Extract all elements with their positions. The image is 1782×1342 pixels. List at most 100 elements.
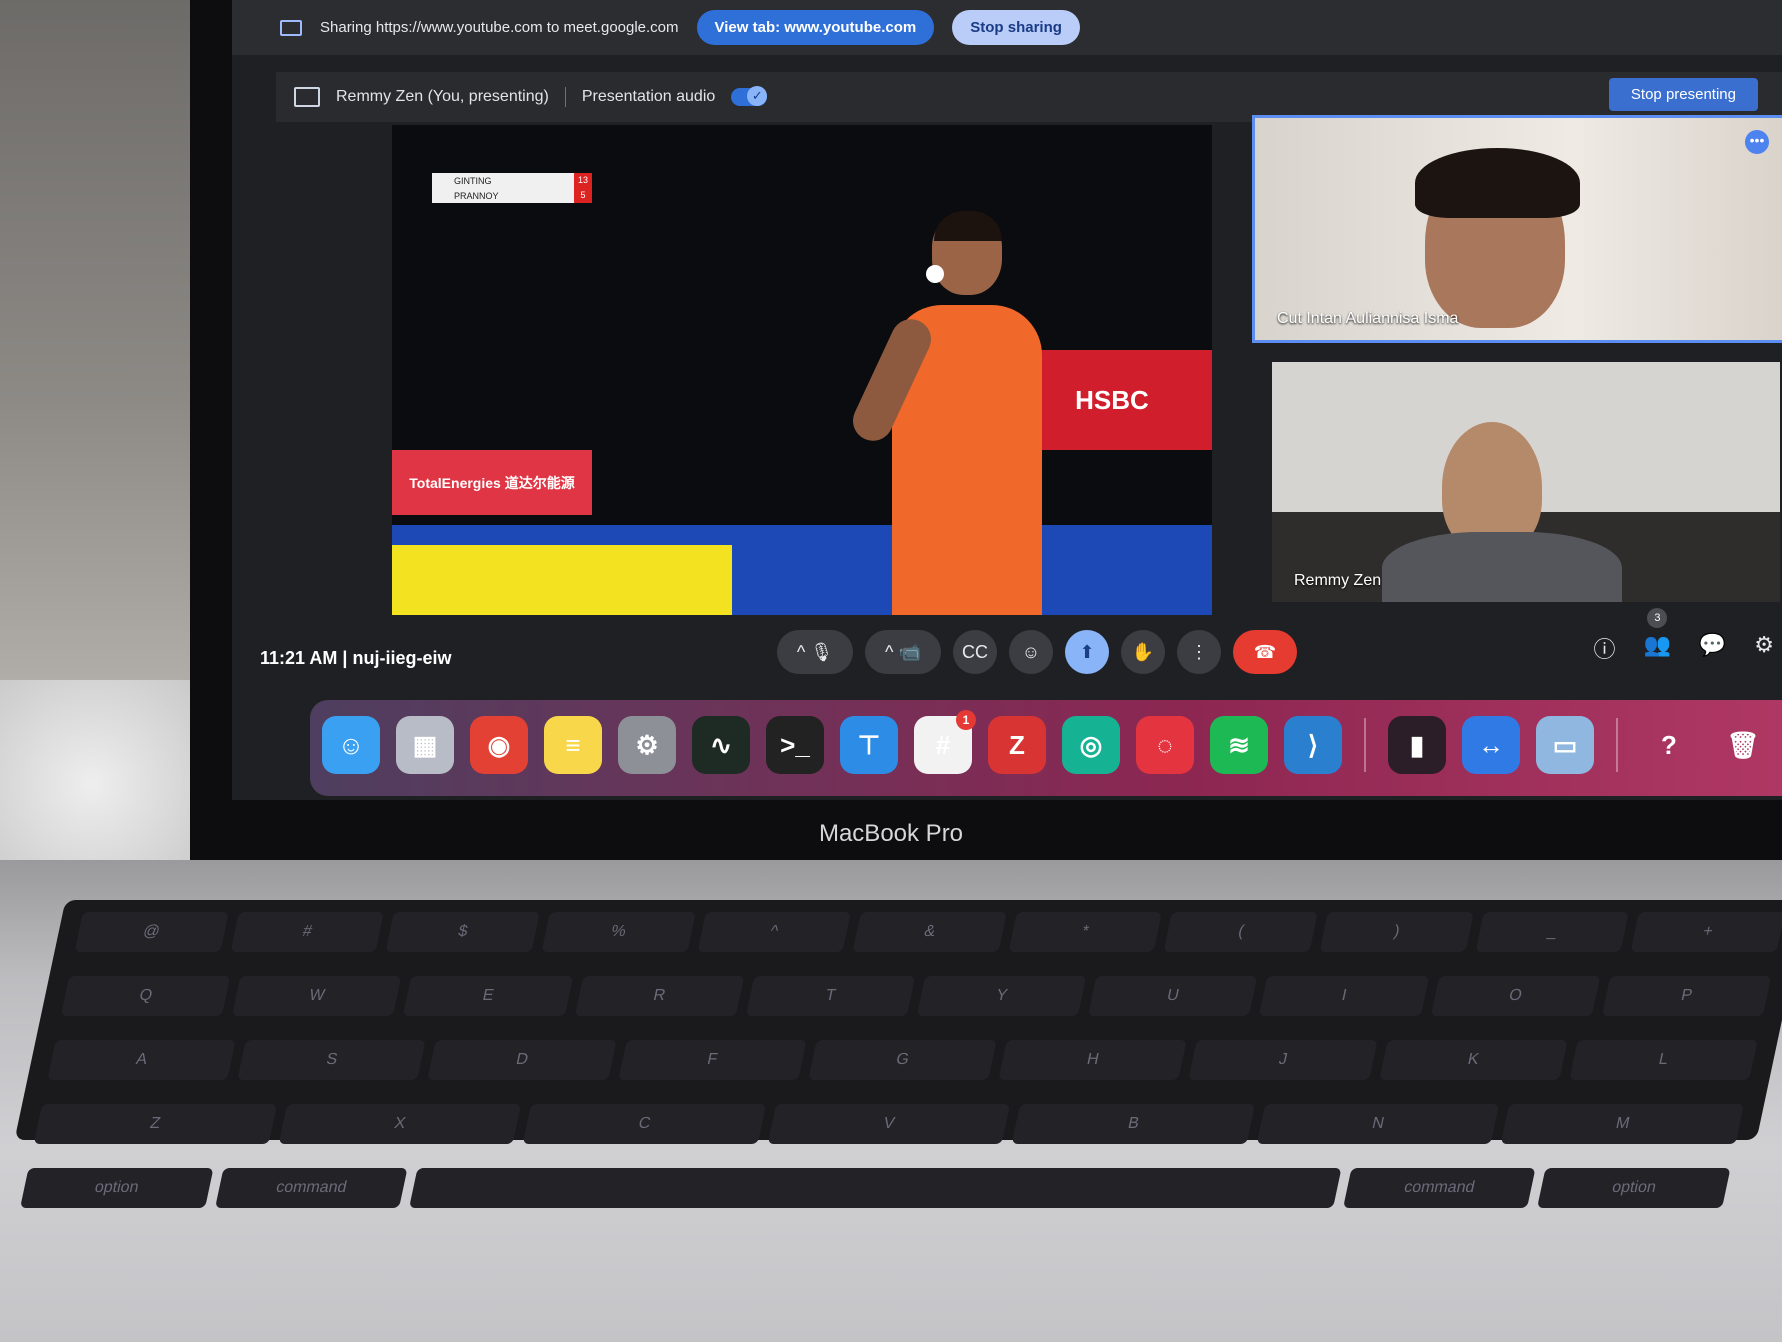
keyboard-key[interactable]: H: [998, 1040, 1188, 1080]
keyboard-key[interactable]: S: [237, 1040, 427, 1080]
keyboard-key[interactable]: [409, 1168, 1342, 1208]
activity-monitor-icon[interactable]: ∿: [692, 716, 750, 774]
camera-icon[interactable]: 📹: [899, 642, 921, 663]
keyboard-key[interactable]: @: [74, 912, 229, 952]
score-box: 13 5: [574, 173, 592, 203]
present-icon: ⬆: [1079, 641, 1095, 662]
system-preferences-icon[interactable]: ⚙: [618, 716, 676, 774]
microphone-icon[interactable]: 🎙: [810, 642, 833, 663]
keyboard-row: @ # $% ^ & *() _ +: [52, 900, 1782, 964]
keyboard-key[interactable]: D: [427, 1040, 617, 1080]
keyboard-key[interactable]: X: [278, 1104, 522, 1144]
keyboard-key[interactable]: ^: [697, 912, 852, 952]
keyboard-key[interactable]: F: [617, 1040, 807, 1080]
slack-icon[interactable]: #1: [914, 710, 976, 774]
keyboard-key[interactable]: M: [1501, 1104, 1745, 1144]
camera-button[interactable]: ^ 📹: [865, 630, 941, 674]
stop-sharing-button[interactable]: Stop sharing: [952, 10, 1080, 45]
keyboard-key[interactable]: U: [1088, 976, 1258, 1016]
keyboard-key[interactable]: &: [852, 912, 1007, 952]
keyboard-key[interactable]: $: [385, 912, 540, 952]
element-icon[interactable]: ◎: [1062, 716, 1120, 774]
vscode-icon[interactable]: ⟩: [1284, 716, 1342, 774]
presentation-audio-toggle[interactable]: [731, 86, 768, 106]
keyboard-key[interactable]: option: [20, 1168, 214, 1208]
keyboard-key[interactable]: command: [1342, 1168, 1536, 1208]
meeting-separator: |: [342, 648, 348, 668]
chevron-up-icon[interactable]: ^: [885, 642, 893, 663]
keyboard-key[interactable]: A: [47, 1040, 236, 1080]
keyboard-key[interactable]: E: [403, 976, 573, 1016]
keyboard-key[interactable]: ): [1319, 912, 1474, 952]
keyboard-key[interactable]: B: [1011, 1104, 1256, 1144]
emoji-icon: ☺: [1021, 641, 1041, 662]
meeting-time: 11:21 AM: [260, 648, 338, 668]
emoji-button[interactable]: ☺: [1009, 630, 1053, 674]
keyboard-key[interactable]: +: [1630, 912, 1782, 952]
keyboard: @ # $% ^ & *() _ + Q W E R T Y U I O P A S D F G H J K L Z X C V B N Mopt…: [14, 900, 1782, 1208]
stop-presenting-button[interactable]: Stop presenting: [1608, 78, 1758, 111]
preview-icon[interactable]: ▭: [1536, 716, 1594, 774]
share-bar: Sharing https://www.youtube.com to meet.…: [232, 0, 1782, 55]
participant-tile[interactable]: ••• Cut Intan Auliannisa Isma: [1252, 115, 1782, 343]
rocketchat-icon[interactable]: ◌: [1136, 716, 1194, 774]
trash-icon[interactable]: 🗑: [1714, 716, 1772, 774]
keyboard-key[interactable]: C: [522, 1104, 766, 1144]
keyboard-key[interactable]: O: [1430, 976, 1601, 1016]
keyboard-key[interactable]: (: [1163, 912, 1319, 952]
keynote-icon[interactable]: ⊤: [840, 716, 898, 774]
leave-call-button[interactable]: ☎: [1233, 630, 1297, 674]
participant-tile[interactable]: Remmy Zen: [1272, 362, 1780, 602]
keyboard-key[interactable]: J: [1188, 1040, 1378, 1080]
chat-icon[interactable]: 💬: [1699, 632, 1726, 664]
keyboard-key[interactable]: I: [1259, 976, 1429, 1016]
keyboard-key[interactable]: N: [1256, 1104, 1500, 1144]
captions-button[interactable]: CC: [953, 630, 997, 674]
info-icon[interactable]: ⓘ: [1593, 632, 1615, 664]
keyboard-key[interactable]: Z: [33, 1104, 277, 1144]
raise-hand-button[interactable]: ✋: [1121, 630, 1165, 674]
notification-badge: 1: [956, 710, 976, 730]
present-button[interactable]: ⬆: [1065, 630, 1109, 674]
spotify-icon[interactable]: ≋: [1210, 716, 1268, 774]
more-options-icon[interactable]: •••: [1745, 130, 1769, 154]
keyboard-key[interactable]: _: [1475, 912, 1630, 952]
teamviewer-icon[interactable]: ↔: [1462, 716, 1520, 774]
more-options-button[interactable]: ⋮: [1177, 630, 1221, 674]
keyboard-key[interactable]: W: [232, 976, 402, 1016]
keyboard-key[interactable]: P: [1601, 976, 1772, 1016]
people-button[interactable]: 3 👥: [1643, 608, 1671, 664]
keyboard-key[interactable]: T: [745, 976, 916, 1016]
chrome-icon[interactable]: ◉: [470, 716, 528, 774]
captions-icon: CC: [962, 641, 988, 662]
zotero-icon[interactable]: Z: [988, 716, 1046, 774]
ad-board-right: HSBC: [1012, 350, 1212, 450]
terminal-icon[interactable]: >_: [766, 716, 824, 774]
keyboard-key[interactable]: K: [1378, 1040, 1568, 1080]
keyboard-key[interactable]: V: [767, 1104, 1011, 1144]
help-icon[interactable]: ?: [1640, 716, 1698, 774]
keyboard-key[interactable]: command: [214, 1168, 408, 1208]
keyboard-key[interactable]: #: [230, 912, 385, 952]
voice-memos-icon[interactable]: ▮: [1388, 716, 1446, 774]
keyboard-key[interactable]: G: [808, 1040, 997, 1080]
view-tab-button[interactable]: View tab: www.youtube.com: [696, 10, 935, 45]
activities-icon[interactable]: ⚙: [1754, 632, 1774, 664]
keyboard-key[interactable]: *: [1008, 912, 1163, 952]
finder-icon[interactable]: ☺: [322, 716, 380, 774]
keyboard-key[interactable]: Q: [60, 976, 231, 1016]
chevron-up-icon[interactable]: ^: [797, 642, 805, 663]
microphone-button[interactable]: ^ 🎙: [777, 630, 853, 674]
keyboard-key[interactable]: option: [1537, 1168, 1731, 1208]
meeting-controls: ^ 🎙 ^ 📹 CC ☺ ⬆ ✋ ⋮ ☎: [777, 630, 1297, 674]
keyboard-key[interactable]: Y: [916, 976, 1087, 1016]
keyboard-key[interactable]: L: [1568, 1040, 1758, 1080]
scoreboard: GINTING PRANNOY 13 5: [432, 173, 592, 203]
keyboard-key[interactable]: %: [541, 912, 696, 952]
launchpad-icon[interactable]: ▦: [396, 716, 454, 774]
notes-icon[interactable]: ≡: [544, 716, 602, 774]
participant-body: [1382, 532, 1622, 602]
presenter-text: Remmy Zen (You, presenting): [336, 88, 549, 105]
player-hair: [934, 211, 1002, 241]
keyboard-key[interactable]: R: [574, 976, 745, 1016]
